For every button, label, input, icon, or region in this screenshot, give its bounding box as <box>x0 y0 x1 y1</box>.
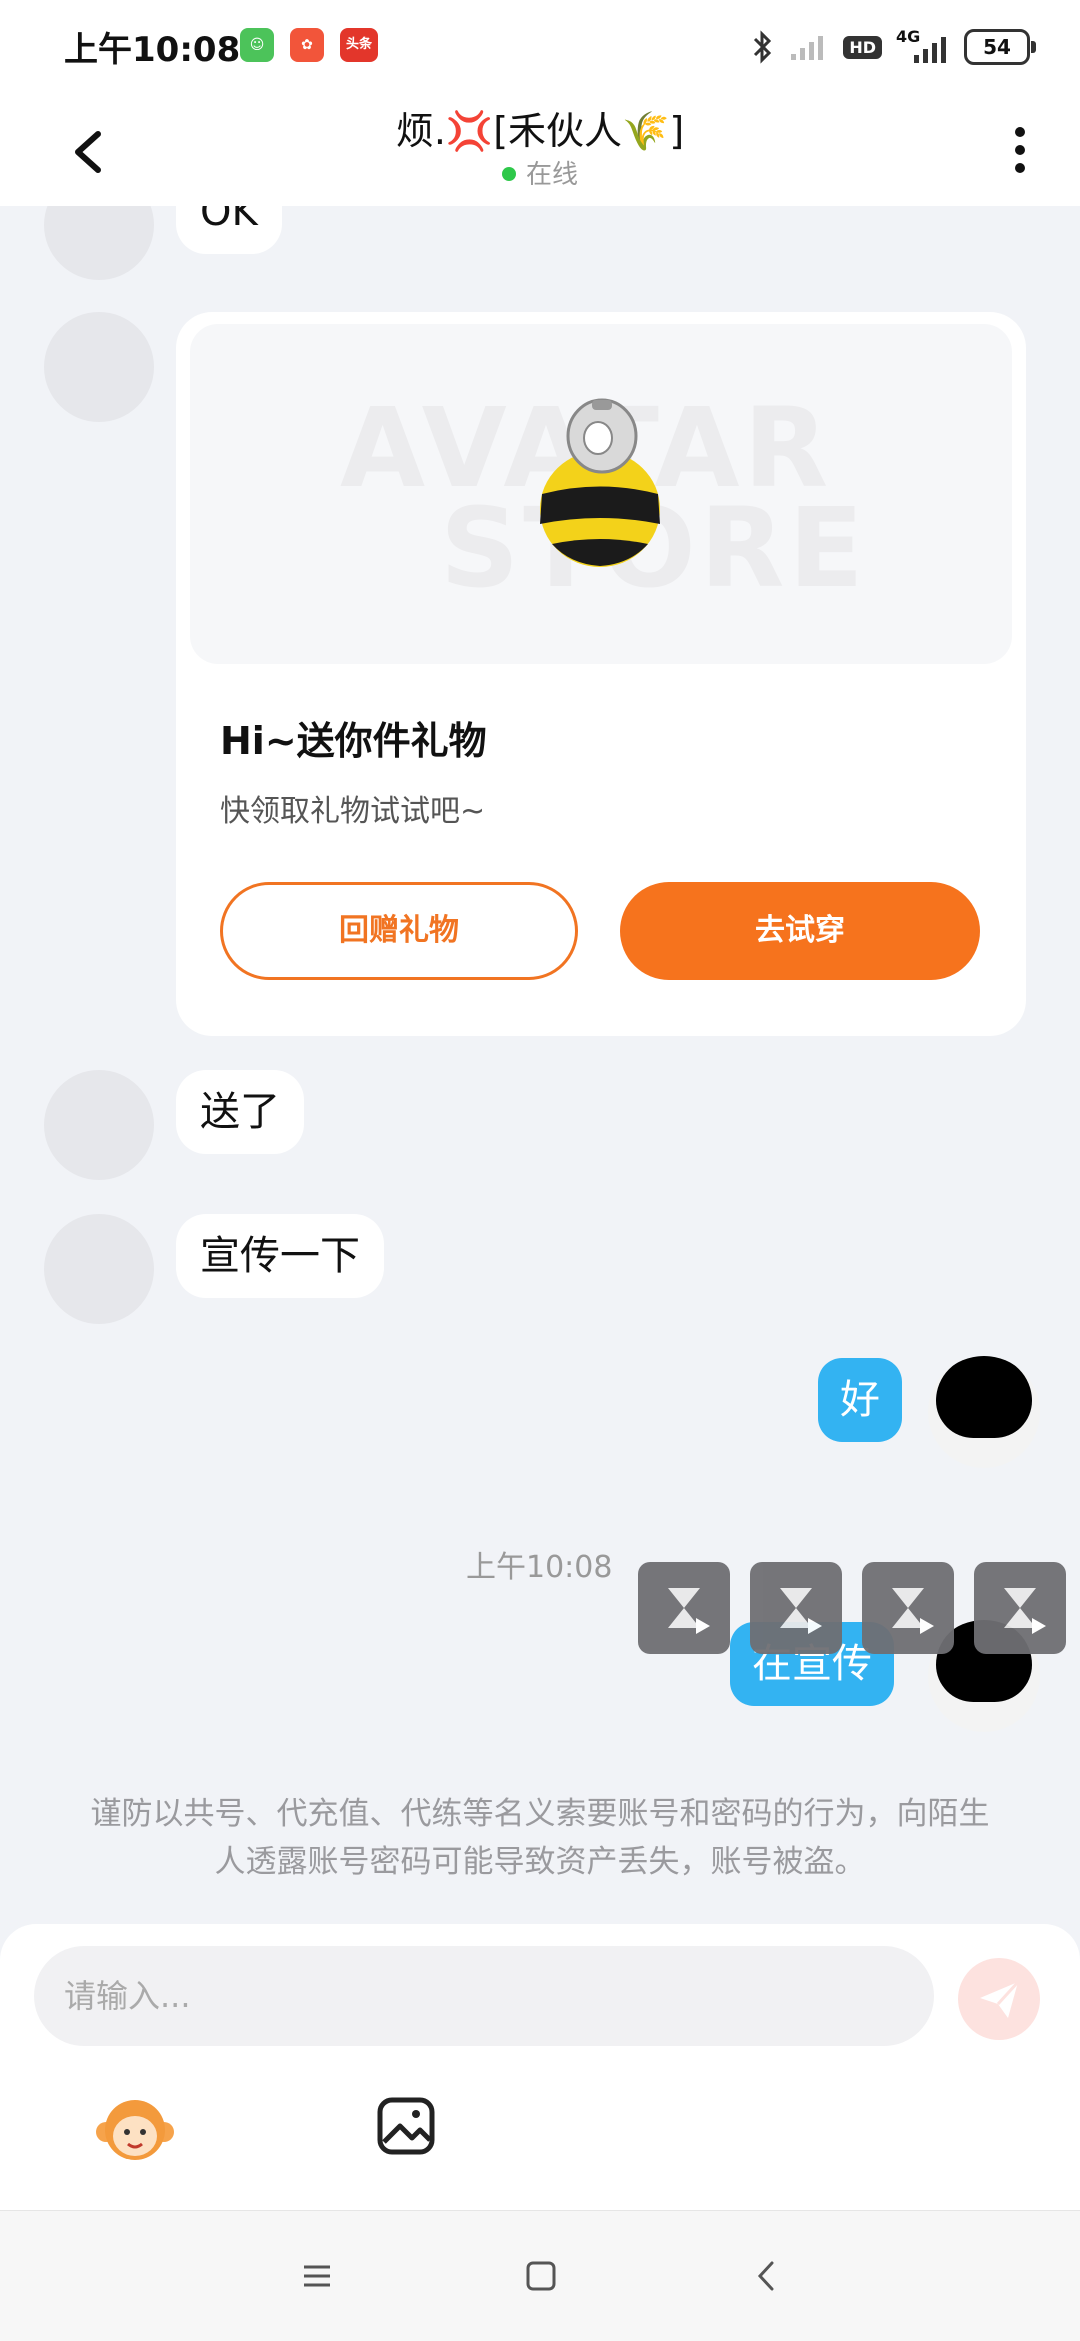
home-square-icon[interactable] <box>516 2251 566 2301</box>
app-notification-icon: ✿ <box>290 28 324 62</box>
menu-icon[interactable] <box>292 2251 342 2301</box>
toutiao-icon: 头条 <box>340 28 378 62</box>
nav-back-icon[interactable] <box>742 2251 792 2301</box>
message-input[interactable] <box>34 1946 934 2046</box>
message-bubble[interactable]: 宣传一下 <box>176 1214 384 1298</box>
online-status-text: 在线 <box>525 160 578 190</box>
avatar-hair <box>936 1356 1032 1438</box>
hourglass-play-icon <box>750 1562 842 1654</box>
hourglass-play-icon <box>638 1562 730 1654</box>
safety-notice: 谨防以共号、代充值、代练等名义索要账号和密码的行为，向陌生人透露账号密码可能导致… <box>90 1796 990 1880</box>
hourglass-play-icon <box>862 1562 954 1654</box>
message-bubble[interactable]: 送了 <box>176 1070 304 1154</box>
chat-title[interactable]: 烦.💢[禾伙人🌾] <box>0 100 1080 155</box>
monkey-emoji-icon[interactable] <box>94 2094 176 2164</box>
chat-header-overlay: 烦.💢[禾伙人🌾] 在线 <box>0 96 1080 206</box>
status-indicators: HD 4G 54 <box>751 24 1036 70</box>
try-on-button[interactable]: 去试穿 <box>620 882 980 980</box>
return-gift-button[interactable]: 回赠礼物 <box>220 882 578 980</box>
contact-avatar[interactable] <box>44 1070 154 1180</box>
input-panel <box>0 1924 1080 2210</box>
battery-indicator: 54 <box>964 29 1036 65</box>
contact-avatar[interactable] <box>44 1214 154 1324</box>
message-timestamp: 上午10:08 <box>466 1550 613 1585</box>
gift-card[interactable]: AVATAR STORE Hi~送你件礼物 快领取礼物试试吧~ 回赠礼物 去试穿 <box>176 312 1026 1036</box>
online-status: 在线 <box>0 154 1080 191</box>
gift-image: AVATAR STORE <box>190 324 1012 664</box>
more-icon[interactable] <box>1000 114 1040 184</box>
app-notification-icon: ☺ <box>240 28 274 62</box>
user-avatar[interactable] <box>928 1356 1040 1468</box>
bee-gift-icon <box>540 398 660 567</box>
paper-plane-icon <box>980 1980 1020 2018</box>
status-time: 上午10:08 <box>64 30 241 70</box>
signal-icon <box>791 36 824 60</box>
online-dot <box>501 166 516 181</box>
gift-title: Hi~送你件礼物 <box>220 719 487 763</box>
message-bubble-outgoing[interactable]: 好 <box>818 1358 902 1442</box>
system-nav-bar <box>0 2210 1080 2341</box>
image-icon[interactable] <box>374 2094 438 2158</box>
hourglass-play-icon <box>974 1562 1066 1654</box>
send-button[interactable] <box>958 1958 1040 2040</box>
contact-avatar[interactable] <box>44 312 154 422</box>
bluetooth-icon <box>754 30 772 64</box>
gift-subtitle: 快领取礼物试试吧~ <box>220 794 486 829</box>
cellular-4g-icon: 4G <box>896 27 950 65</box>
hd-badge: HD <box>843 35 882 59</box>
status-bar: 上午10:08 ☺ ✿ 头条 HD 4G 54 <box>0 0 1080 96</box>
